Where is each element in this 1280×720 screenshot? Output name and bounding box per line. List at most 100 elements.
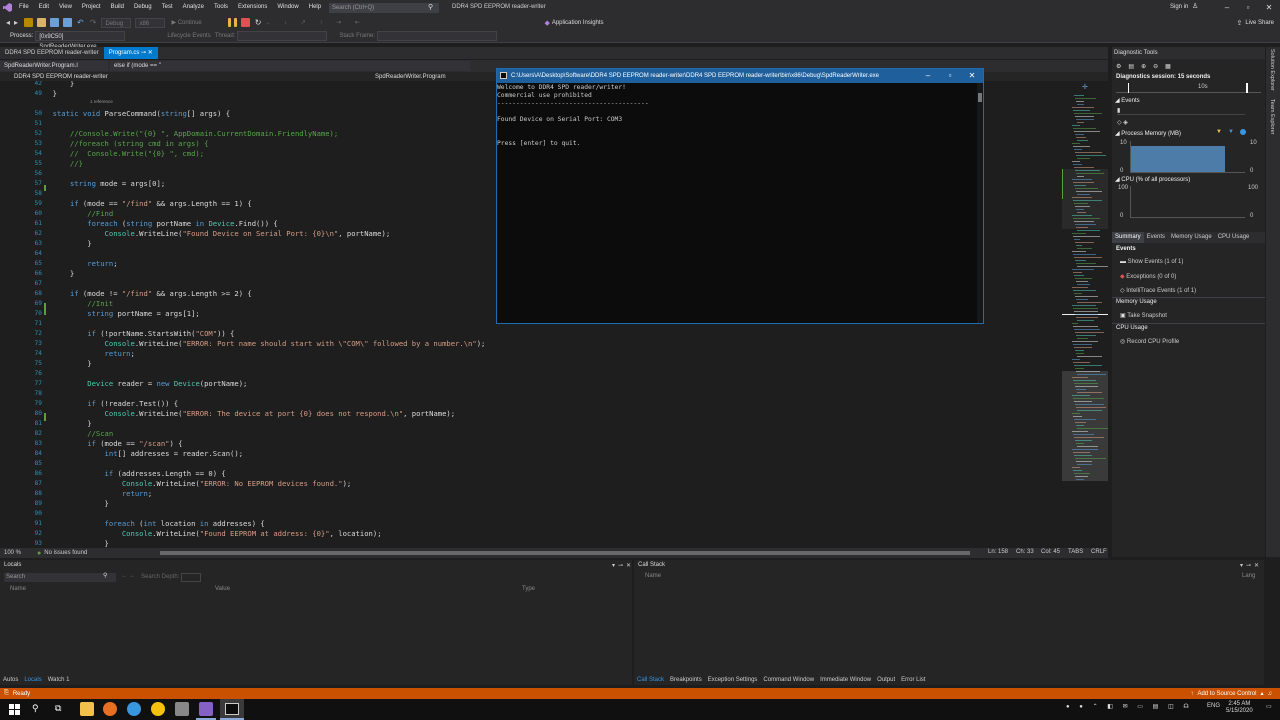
code-line[interactable]: foreach (string portName in Device.Find(…: [18, 219, 277, 228]
console-close-button[interactable]: ✕: [961, 69, 983, 83]
code-line[interactable]: int[] addresses = reader.Scan();: [18, 449, 243, 458]
edge-icon[interactable]: [127, 702, 141, 716]
close-button[interactable]: ✕: [1259, 0, 1279, 15]
dropdown-icon[interactable]: ▾: [1240, 562, 1243, 569]
restart-icon[interactable]: ↻: [255, 18, 262, 27]
tab-summary[interactable]: Summary: [1112, 232, 1144, 243]
code-line[interactable]: foreach (int location in addresses) {: [18, 519, 265, 528]
redo-icon[interactable]: ↷: [90, 18, 97, 27]
process-select[interactable]: [0x9C50] SpdReaderWriter.exe: [35, 31, 126, 50]
code-line[interactable]: Console.WriteLine("Found EEPROM at addre…: [18, 529, 382, 538]
code-line[interactable]: string mode = args[0];: [18, 179, 165, 188]
minimap-scrollbar[interactable]: ✛: [1062, 81, 1108, 548]
code-line[interactable]: //Find: [18, 209, 113, 218]
config-select[interactable]: Debug: [101, 17, 132, 28]
dropdown-icon[interactable]: ▴: [1260, 690, 1263, 697]
tab-call-stack[interactable]: Call Stack: [634, 675, 667, 685]
menu-test[interactable]: Test: [157, 0, 178, 15]
select-tools-icon[interactable]: ▤: [1128, 63, 1134, 70]
console-titlebar[interactable]: C:\Users\A\Desktop\Software\DDR4 SPD EEP…: [497, 69, 983, 83]
menu-extensions[interactable]: Extensions: [233, 0, 272, 15]
col-value[interactable]: Value: [215, 586, 230, 592]
code-line[interactable]: Console.WriteLine("ERROR: Port name shou…: [18, 339, 486, 348]
tab-memory-usage[interactable]: Memory Usage: [1168, 232, 1215, 243]
menu-debug[interactable]: Debug: [129, 0, 157, 15]
menu-edit[interactable]: Edit: [34, 0, 54, 15]
code-line[interactable]: //Scan: [18, 429, 113, 438]
step-icons[interactable]: → ↓ ↗ ↑ ⇥ ⇤: [264, 19, 414, 26]
code-line[interactable]: }: [18, 89, 57, 98]
code-line[interactable]: return;: [18, 349, 135, 358]
save-icon[interactable]: [50, 18, 60, 27]
close-icon[interactable]: ✕: [626, 562, 631, 569]
locals-search-input[interactable]: Search: [4, 573, 116, 582]
sign-in-link[interactable]: Sign in: [1170, 0, 1188, 15]
code-line[interactable]: if (addresses.Length == 0) {: [18, 469, 226, 478]
undo-icon[interactable]: ↶: [77, 18, 84, 27]
nav-arrows-icon[interactable]: ← →: [121, 573, 135, 579]
clock[interactable]: 2:45 AM 5/15/2020: [1226, 701, 1253, 715]
code-line[interactable]: }: [18, 539, 109, 548]
code-line[interactable]: }: [18, 359, 91, 368]
maximize-button[interactable]: ▫: [1238, 0, 1258, 15]
tab-watch-1[interactable]: Watch 1: [45, 675, 73, 685]
lifecycle-events-button[interactable]: Lifecycle Events: [167, 33, 210, 39]
language-indicator[interactable]: ENG: [1207, 703, 1220, 709]
intellitrace-link[interactable]: ◇ IntelliTrace Events (1 of 1): [1120, 287, 1196, 294]
save-all-icon[interactable]: [63, 18, 73, 27]
horizontal-scrollbar[interactable]: [160, 551, 970, 555]
tab-exception-settings[interactable]: Exception Settings: [705, 675, 761, 685]
tabs-indicator[interactable]: TABS: [1068, 549, 1083, 555]
class-select[interactable]: SpdReaderWriter.Program.I: [0, 61, 108, 71]
take-snapshot-button[interactable]: ▣ Take Snapshot: [1120, 312, 1167, 319]
visual-studio-icon[interactable]: [199, 702, 213, 716]
references-codelens[interactable]: 1 reference: [90, 99, 113, 104]
code-line[interactable]: }: [18, 419, 91, 428]
code-line[interactable]: if (mode != "/find" && args.Length >= 2)…: [18, 289, 252, 298]
thread-select[interactable]: [237, 31, 328, 41]
solution-icon[interactable]: [24, 18, 34, 27]
code-line[interactable]: Console.WriteLine("ERROR: No EEPROM devi…: [18, 479, 351, 488]
file-explorer-icon[interactable]: [80, 702, 94, 716]
stop-icon[interactable]: [240, 18, 250, 27]
firefox-icon[interactable]: [103, 702, 117, 716]
code-line[interactable]: Console.WriteLine("ERROR: The device at …: [18, 409, 456, 418]
col-lang[interactable]: Lang: [1242, 573, 1255, 579]
code-line[interactable]: if (mode == "/find" && args.Length == 1)…: [18, 199, 252, 208]
pin-icon[interactable]: ⊸: [618, 562, 623, 569]
menu-view[interactable]: View: [54, 0, 77, 15]
search-input[interactable]: Search (Ctrl+Q): [329, 3, 439, 13]
tab-events[interactable]: Events: [1144, 232, 1168, 243]
notification-icon[interactable]: ▭: [1266, 703, 1272, 710]
tab-autos[interactable]: Autos: [0, 675, 21, 685]
tab-output[interactable]: Output: [874, 675, 898, 685]
memory-chart[interactable]: [1130, 141, 1245, 173]
minimap-viewport[interactable]: [1062, 169, 1108, 229]
system-tray-icons[interactable]: ● ● ⌃ ◧ ✉ ▭ ▤ ◫ ☊: [1066, 703, 1193, 710]
forward-icon[interactable]: ▸: [14, 18, 18, 27]
close-tab-icon[interactable]: ✕: [148, 50, 153, 56]
menu-tools[interactable]: Tools: [209, 0, 233, 15]
close-icon[interactable]: ✕: [1254, 562, 1259, 569]
menu-project[interactable]: Project: [77, 0, 106, 15]
zoom-in-icon[interactable]: ⊕: [1141, 63, 1146, 70]
tab-project[interactable]: DDR4 SPD EEPROM reader-writer: [0, 47, 104, 59]
exceptions-link[interactable]: ◆ Exceptions (0 of 0): [1120, 273, 1176, 280]
cpu-chart[interactable]: [1130, 186, 1245, 218]
console-scrollbar[interactable]: [977, 83, 983, 323]
code-line[interactable]: //Init: [18, 299, 113, 308]
code-line[interactable]: }: [18, 239, 91, 248]
col-type[interactable]: Type: [522, 586, 535, 592]
menu-window[interactable]: Window: [272, 0, 303, 15]
task-view-icon[interactable]: ⧉: [55, 703, 61, 714]
code-line[interactable]: //foreach (string cmd in args) {: [18, 139, 208, 148]
tab-breakpoints[interactable]: Breakpoints: [667, 675, 705, 685]
code-line[interactable]: }: [18, 499, 109, 508]
code-line[interactable]: //Console.Write("{0} ", AppDomain.Curren…: [18, 129, 338, 138]
printer-app-icon[interactable]: [175, 702, 189, 716]
pin-icon[interactable]: ⊸: [1246, 562, 1251, 569]
zoom-out-icon[interactable]: ⊖: [1153, 63, 1158, 70]
platform-select[interactable]: x86: [135, 17, 166, 28]
line-ending[interactable]: CRLF: [1091, 549, 1107, 555]
menu-file[interactable]: File: [14, 0, 34, 15]
